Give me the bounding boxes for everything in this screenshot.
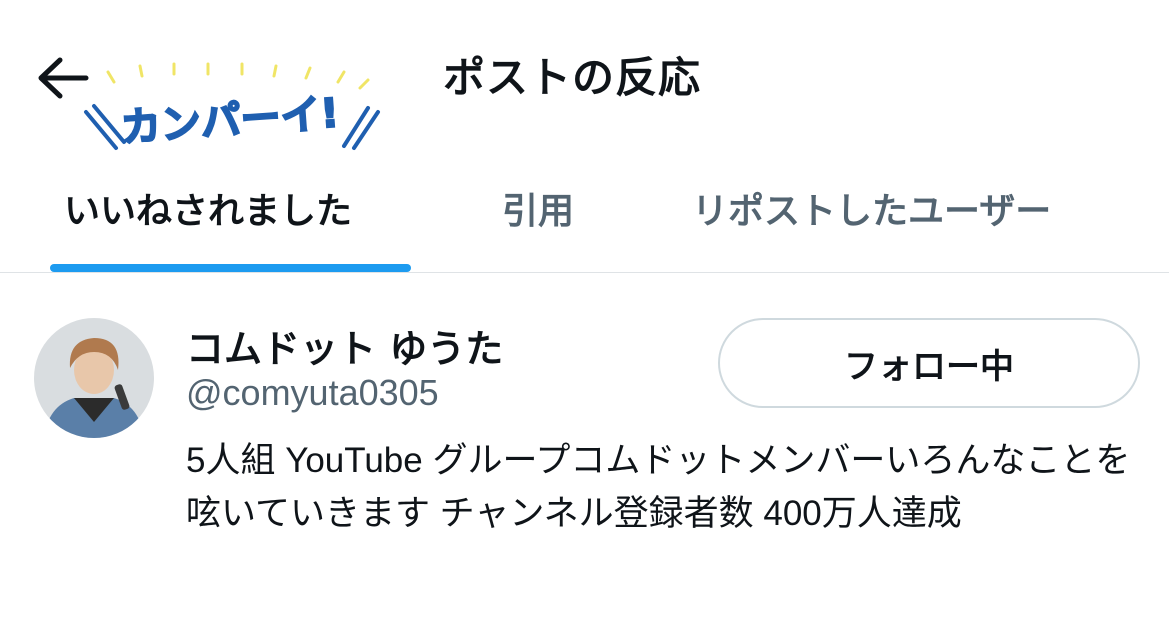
divider [0,272,1169,273]
user-display-name[interactable]: コムドット ゆうた [186,318,503,373]
tab-quotes[interactable]: 引用 [502,182,574,242]
kanpai-sticker: カンパーイ! [84,62,380,153]
tab-likes[interactable]: いいねされました [64,182,352,242]
user-handle[interactable]: @comyuta0305 [186,372,439,414]
avatar-image [34,318,154,438]
following-button[interactable]: フォロー中 [718,318,1140,408]
reaction-tabs: いいねされました 引用 リポストしたユーザー [0,160,1169,272]
tab-reposts[interactable]: リポストしたユーザー [692,182,1051,242]
page-title: ポストの反応 [443,53,702,102]
sticker-text: カンパーイ! [119,90,340,151]
user-list-item[interactable]: コムドット ゆうた @comyuta0305 フォロー中 5人組 YouTube… [0,290,1169,620]
avatar[interactable] [34,318,154,438]
active-tab-indicator [50,264,411,272]
user-bio: 5人組 YouTube グループコムドットメンバーいろんなことを呟いていきます … [186,441,1131,534]
